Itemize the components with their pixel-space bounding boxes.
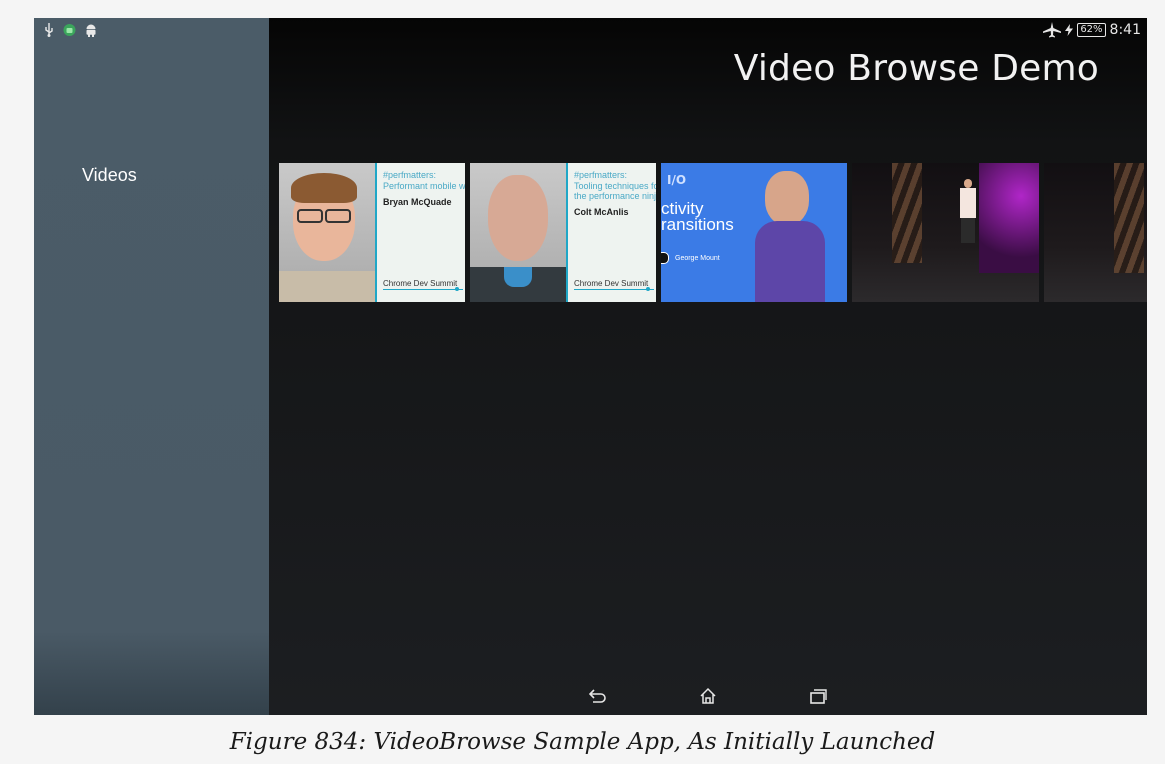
battery-level: 62% <box>1077 23 1106 37</box>
presenter-head <box>765 171 809 225</box>
stage-light <box>979 163 1039 273</box>
android-robot-green-icon <box>63 23 76 37</box>
status-bar-right: 62% 8:41 <box>1043 19 1141 41</box>
presenter-head <box>964 179 972 188</box>
sidebar-header-videos[interactable]: Videos <box>82 165 137 186</box>
device-screen: Videos 62% 8:41 Video Browse Demo #perfm… <box>34 18 1147 715</box>
airplane-mode-icon <box>1043 22 1062 38</box>
stage-backdrop <box>892 163 922 263</box>
video-subtitle: Performant mobile we <box>383 181 465 191</box>
video-hashtag: #perfmatters: <box>574 170 628 180</box>
app-title: Video Browse Demo <box>733 48 1099 89</box>
video-presenter: George Mount <box>675 255 720 262</box>
speaker-photo <box>470 163 566 302</box>
recents-icon <box>810 689 827 704</box>
presenter-body <box>755 221 825 302</box>
video-card-stage-2[interactable] <box>1044 163 1147 302</box>
figure-caption: Figure 834: VideoBrowse Sample App, As I… <box>229 729 936 755</box>
video-row: #perfmatters: Performant mobile we Bryan… <box>279 163 1147 302</box>
status-bar-left <box>44 20 97 40</box>
video-info-panel: #perfmatters: Tooling techniques for the… <box>566 163 656 302</box>
usb-icon <box>44 23 54 37</box>
video-card-colt-mcanlis[interactable]: #perfmatters: Tooling techniques for the… <box>470 163 656 302</box>
divider <box>383 289 463 290</box>
presenter-dot <box>661 252 669 264</box>
video-card-bryan-mcquade[interactable]: #perfmatters: Performant mobile we Bryan… <box>279 163 465 302</box>
presenter-shirt <box>960 188 976 218</box>
video-info-panel: #perfmatters: Performant mobile we Bryan… <box>375 163 465 302</box>
video-speaker: Bryan McQuade <box>383 197 452 207</box>
video-event: Chrome Dev Summit <box>383 279 458 288</box>
video-hashtag: #perfmatters: <box>383 170 437 180</box>
video-event: Chrome Dev Summit <box>574 279 649 288</box>
accent-dot <box>646 287 650 291</box>
google-io-logo: I/O <box>667 173 687 187</box>
video-speaker: Colt McAnlis <box>574 207 629 217</box>
back-button[interactable] <box>584 682 612 710</box>
back-icon <box>589 689 606 703</box>
clock: 8:41 <box>1109 22 1141 38</box>
charging-icon <box>1065 24 1074 36</box>
video-card-activity-transitions[interactable]: I/O ctivity ransitions George Mount <box>661 163 847 302</box>
video-card-stage[interactable] <box>852 163 1039 302</box>
android-icon <box>85 23 97 37</box>
home-icon <box>700 687 716 704</box>
navigation-bar <box>269 677 1147 715</box>
accent-dot <box>455 287 459 291</box>
divider <box>574 289 654 290</box>
video-subtitle: Tooling techniques for <box>574 181 656 191</box>
speaker-photo <box>279 163 375 302</box>
home-button[interactable] <box>694 682 722 710</box>
sidebar: Videos <box>34 18 269 715</box>
stage-backdrop <box>1114 163 1144 273</box>
recents-button[interactable] <box>804 682 832 710</box>
presenter-legs <box>961 218 975 243</box>
video-title-line2: ransitions <box>661 215 734 234</box>
video-subtitle-line2: the performance ninja <box>574 191 656 201</box>
